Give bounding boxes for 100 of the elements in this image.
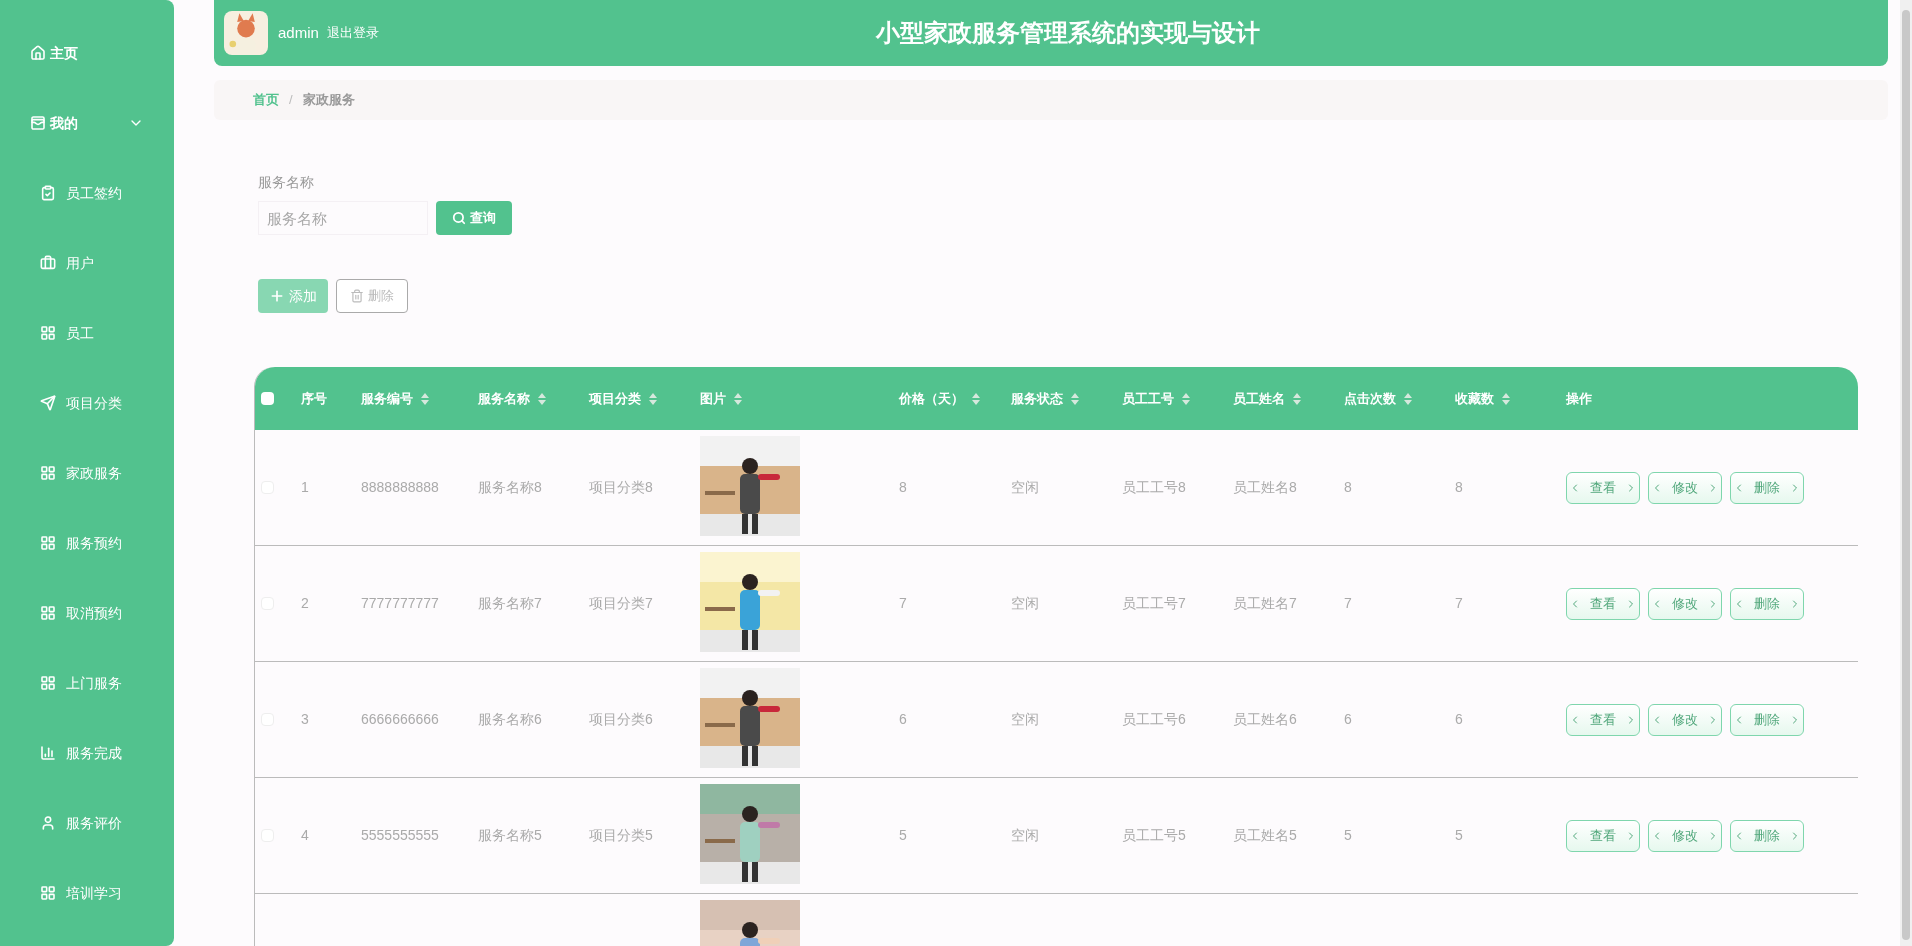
sidebar-item[interactable]: 服务完成 [0, 718, 174, 788]
column-header: 员工工号 [1122, 389, 1174, 408]
table-cell: 1 [301, 479, 309, 495]
grid-icon [40, 605, 56, 621]
user-icon [40, 815, 56, 831]
column-header: 操作 [1566, 389, 1592, 408]
sort-icon[interactable] [1293, 392, 1301, 405]
query-button[interactable]: 查询 [436, 201, 512, 235]
sidebar-item[interactable]: 项目分类 [0, 368, 174, 438]
grid-icon [40, 885, 56, 901]
sidebar-item[interactable]: 服务预约 [0, 508, 174, 578]
sidebar-item[interactable]: 家政服务 [0, 438, 174, 508]
grid-icon [40, 465, 56, 481]
sidebar-item[interactable]: 服务评价 [0, 788, 174, 858]
breadcrumb-link[interactable]: 首页 [253, 90, 279, 110]
sort-icon[interactable] [1404, 392, 1412, 405]
table-cell: 5 [1344, 827, 1352, 843]
logout-link[interactable]: 退出登录 [326, 23, 379, 43]
table-cell: 8 [899, 479, 907, 495]
column-header: 收藏数 [1455, 389, 1494, 408]
table-cell: 员工姓名6 [1233, 711, 1297, 727]
row-action-button[interactable]: 修改 [1648, 703, 1722, 736]
grid-icon [40, 675, 56, 691]
sidebar-item[interactable]: 员工签约 [0, 158, 174, 228]
table-cell: 6 [899, 711, 907, 727]
table-cell: 员工工号6 [1122, 711, 1186, 727]
scrollbar[interactable] [1900, 0, 1912, 946]
row-action-button[interactable]: 修改 [1648, 471, 1722, 504]
sidebar-item[interactable]: 取消预约 [0, 578, 174, 648]
username: admin [278, 22, 319, 43]
sort-icon[interactable] [1182, 392, 1190, 405]
breadcrumb-separator: / [289, 91, 293, 110]
table-cell: 8 [1455, 479, 1463, 495]
search-icon [452, 211, 466, 225]
table-cell: 5 [899, 827, 907, 843]
row-action-button[interactable]: 修改 [1648, 819, 1722, 852]
row-action-button[interactable]: 删除 [1730, 471, 1804, 504]
table-cell: 3 [301, 711, 309, 727]
table-cell: 员工姓名7 [1233, 595, 1297, 611]
row-action-button[interactable]: 删除 [1730, 819, 1804, 852]
table-cell: 项目分类7 [589, 595, 653, 611]
table-cell: 7 [1344, 595, 1352, 611]
table-cell: 空闲 [1011, 827, 1039, 843]
checkbox[interactable] [261, 392, 274, 405]
sort-icon[interactable] [538, 392, 546, 405]
page-title: 小型家政服务管理系统的实现与设计 [874, 18, 1262, 48]
row-action-button[interactable]: 删除 [1730, 703, 1804, 736]
column-header: 图片 [700, 389, 726, 408]
table-cell: 空闲 [1011, 595, 1039, 611]
paper-plane-icon [40, 395, 56, 411]
sort-icon[interactable] [972, 392, 980, 405]
table-cell: 8 [1344, 479, 1352, 495]
breadcrumb-link[interactable]: 家政服务 [302, 90, 355, 110]
row-action-button[interactable]: 删除 [1730, 587, 1804, 620]
sidebar-item[interactable]: 我的 [0, 88, 174, 158]
search-field[interactable]: 服务名称 [258, 201, 428, 235]
table-cell: 服务名称7 [478, 595, 542, 611]
column-header: 员工姓名 [1233, 389, 1285, 408]
add-button[interactable]: 添加 [258, 279, 328, 313]
sidebar-item[interactable]: 主页 [0, 18, 174, 88]
row-action-button[interactable]: 查看 [1566, 587, 1640, 620]
column-header: 序号 [301, 389, 327, 408]
clipboard-icon [40, 185, 56, 201]
row-action-button[interactable]: 修改 [1648, 587, 1722, 620]
column-header: 服务编号 [361, 389, 413, 408]
table-cell: 服务名称5 [478, 827, 542, 843]
table-cell: 7 [899, 595, 907, 611]
home-icon [30, 45, 46, 61]
sort-icon[interactable] [421, 392, 429, 405]
sort-icon[interactable] [649, 392, 657, 405]
row-action-button[interactable]: 查看 [1566, 471, 1640, 504]
sort-icon[interactable] [1502, 392, 1510, 405]
sidebar-item[interactable]: 员工 [0, 298, 174, 368]
sidebar-item[interactable]: 上门服务 [0, 648, 174, 718]
table-cell: 空闲 [1011, 479, 1039, 495]
wallet-icon [30, 115, 46, 131]
table-cell: 5 [1455, 827, 1463, 843]
row-action-button[interactable]: 查看 [1566, 703, 1640, 736]
trash-icon [350, 289, 364, 303]
sort-icon[interactable] [734, 392, 742, 405]
table-cell: 8888888888 [361, 479, 439, 495]
table-cell: 4 [301, 827, 309, 843]
table-cell: 空闲 [1011, 711, 1039, 727]
table-cell: 项目分类5 [589, 827, 653, 843]
sidebar-item[interactable]: 用户 [0, 228, 174, 298]
table-cell: 5555555555 [361, 827, 439, 843]
plus-icon [269, 288, 285, 304]
row-action-button[interactable]: 查看 [1566, 819, 1640, 852]
table-cell: 7777777777 [361, 595, 439, 611]
table-cell: 员工姓名8 [1233, 479, 1297, 495]
table-cell: 项目分类6 [589, 711, 653, 727]
table-cell: 6 [1344, 711, 1352, 727]
sidebar-item[interactable]: 培训学习 [0, 858, 174, 928]
table-cell: 6 [1455, 711, 1463, 727]
field-label: 服务名称 [258, 173, 314, 192]
table-cell: 服务名称6 [478, 711, 542, 727]
table-cell: 员工姓名5 [1233, 827, 1297, 843]
bar-chart-icon [40, 745, 56, 761]
sort-icon[interactable] [1071, 392, 1079, 405]
delete-button[interactable]: 删除 [336, 279, 408, 313]
